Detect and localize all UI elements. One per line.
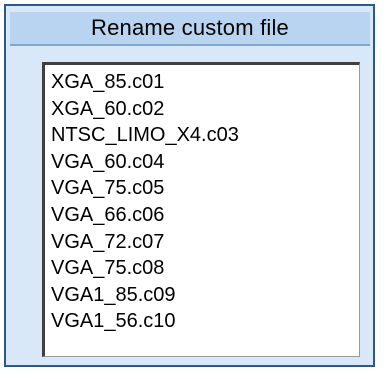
dialog-title-bar: Rename custom file [10, 12, 370, 46]
file-list-item[interactable]: NTSC_LIMO_X4.c03 [51, 122, 359, 149]
file-list-item[interactable]: VGA_75.c08 [51, 255, 359, 282]
file-list-item[interactable]: VGA1_85.c09 [51, 282, 359, 309]
rename-dialog: Rename custom file XGA_85.c01 XGA_60.c02… [4, 4, 375, 367]
file-list-item[interactable]: VGA_66.c06 [51, 202, 359, 229]
file-list-items: XGA_85.c01 XGA_60.c02 NTSC_LIMO_X4.c03 V… [45, 65, 359, 335]
file-list-item[interactable]: VGA_75.c05 [51, 175, 359, 202]
custom-file-list[interactable]: XGA_85.c01 XGA_60.c02 NTSC_LIMO_X4.c03 V… [42, 62, 360, 357]
file-list-item[interactable]: VGA_72.c07 [51, 229, 359, 256]
file-list-item[interactable]: XGA_85.c01 [51, 69, 359, 96]
file-list-item[interactable]: VGA1_56.c10 [51, 308, 359, 335]
file-list-item[interactable]: VGA_60.c04 [51, 149, 359, 176]
file-list-item[interactable]: XGA_60.c02 [51, 96, 359, 123]
dialog-title: Rename custom file [90, 15, 289, 40]
